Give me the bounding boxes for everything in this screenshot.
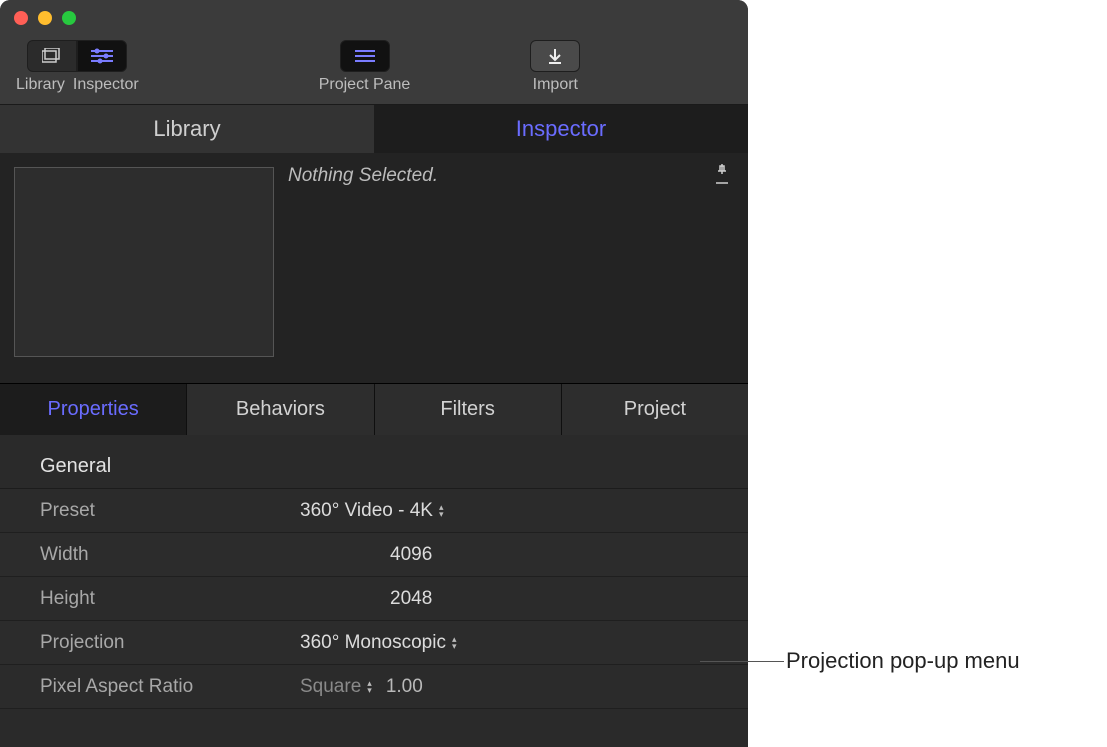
toolbar: Library Inspector Project Pane: [0, 36, 748, 105]
toolbar-group-project-pane: Project Pane: [319, 40, 411, 94]
titlebar: [0, 0, 748, 36]
toolbar-label: Library: [16, 76, 65, 94]
close-icon[interactable]: [14, 11, 28, 25]
toolbar-group-import: Import: [530, 40, 580, 94]
preset-value: 360° Video - 4K: [300, 500, 433, 522]
preview-thumbnail: [14, 167, 274, 357]
updown-icon: ▴▾: [452, 636, 457, 650]
width-value: 4096: [390, 544, 432, 566]
toolbar-group-library-inspector: Library Inspector: [16, 40, 139, 94]
toolbar-label: Import: [533, 76, 578, 94]
section-heading-general: General: [0, 443, 748, 489]
row-width: Width 4096: [0, 533, 748, 577]
label-width: Width: [40, 544, 300, 566]
properties-panel: General Preset 360° Video - 4K ▴▾ Width …: [0, 435, 748, 709]
library-button[interactable]: [27, 40, 77, 72]
panel-tabs: Library Inspector: [0, 105, 748, 153]
label-projection: Projection: [40, 632, 300, 654]
subtab-filters[interactable]: Filters: [375, 384, 562, 435]
callout-label: Projection pop-up menu: [786, 648, 1020, 674]
window-controls: [14, 11, 76, 25]
preset-popup[interactable]: 360° Video - 4K ▴▾: [300, 500, 728, 522]
list-icon: [354, 49, 376, 63]
tab-library[interactable]: Library: [0, 105, 374, 153]
label-par: Pixel Aspect Ratio: [40, 676, 300, 698]
preview-area: Nothing Selected.: [0, 153, 748, 383]
pin-icon[interactable]: [714, 163, 730, 185]
par-value: Square: [300, 676, 361, 698]
zoom-icon[interactable]: [62, 11, 76, 25]
tab-inspector[interactable]: Inspector: [374, 105, 748, 153]
label-preset: Preset: [40, 500, 300, 522]
par-popup[interactable]: Square ▴▾ 1.00: [300, 676, 728, 698]
import-button[interactable]: [530, 40, 580, 72]
app-window: Library Inspector Project Pane: [0, 0, 748, 747]
selection-status: Nothing Selected.: [288, 165, 438, 383]
height-field[interactable]: 2048: [300, 588, 728, 610]
row-pixel-aspect-ratio: Pixel Aspect Ratio Square ▴▾ 1.00: [0, 665, 748, 709]
toolbar-label: Inspector: [73, 76, 139, 94]
minimize-icon[interactable]: [38, 11, 52, 25]
subtab-project[interactable]: Project: [562, 384, 748, 435]
row-projection: Projection 360° Monoscopic ▴▾: [0, 621, 748, 665]
inspector-tabs: Properties Behaviors Filters Project: [0, 383, 748, 435]
updown-icon: ▴▾: [367, 680, 372, 694]
download-icon: [547, 48, 563, 64]
subtab-properties[interactable]: Properties: [0, 384, 187, 435]
row-height: Height 2048: [0, 577, 748, 621]
label-height: Height: [40, 588, 300, 610]
projection-popup[interactable]: 360° Monoscopic ▴▾: [300, 632, 728, 654]
width-field[interactable]: 4096: [300, 544, 728, 566]
projection-value: 360° Monoscopic: [300, 632, 446, 654]
sliders-icon: [91, 48, 113, 64]
par-numeric: 1.00: [386, 676, 423, 698]
callout-line: [700, 661, 784, 662]
updown-icon: ▴▾: [439, 504, 444, 518]
row-preset: Preset 360° Video - 4K ▴▾: [0, 489, 748, 533]
height-value: 2048: [390, 588, 432, 610]
library-icon: [42, 48, 62, 64]
project-pane-button[interactable]: [340, 40, 390, 72]
subtab-behaviors[interactable]: Behaviors: [187, 384, 374, 435]
inspector-button[interactable]: [77, 40, 127, 72]
toolbar-label: Project Pane: [319, 76, 411, 94]
